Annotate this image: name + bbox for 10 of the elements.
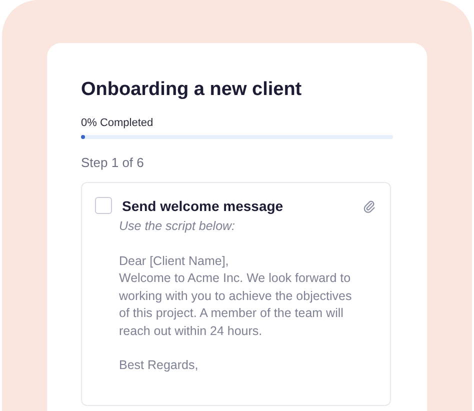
message-text: Dear [Client Name], [119, 252, 230, 270]
checklist-title: Onboarding a new client [81, 79, 303, 101]
progress-label: 0% Completed [81, 117, 154, 129]
paperclip-icon[interactable] [362, 198, 376, 212]
message-text: Best Regards, [119, 357, 200, 374]
message-text: Welcome to Acme Inc. We look forward to working with you to achieve the objectives of this project. A member of the team will reach out within 24 hours. [119, 270, 353, 340]
task-instruction: Use the script below: [119, 218, 236, 235]
task-checkbox[interactable] [95, 197, 112, 214]
task-title: Send welcome message [122, 198, 284, 214]
step-counter: Step 1 of 6 [81, 155, 145, 170]
